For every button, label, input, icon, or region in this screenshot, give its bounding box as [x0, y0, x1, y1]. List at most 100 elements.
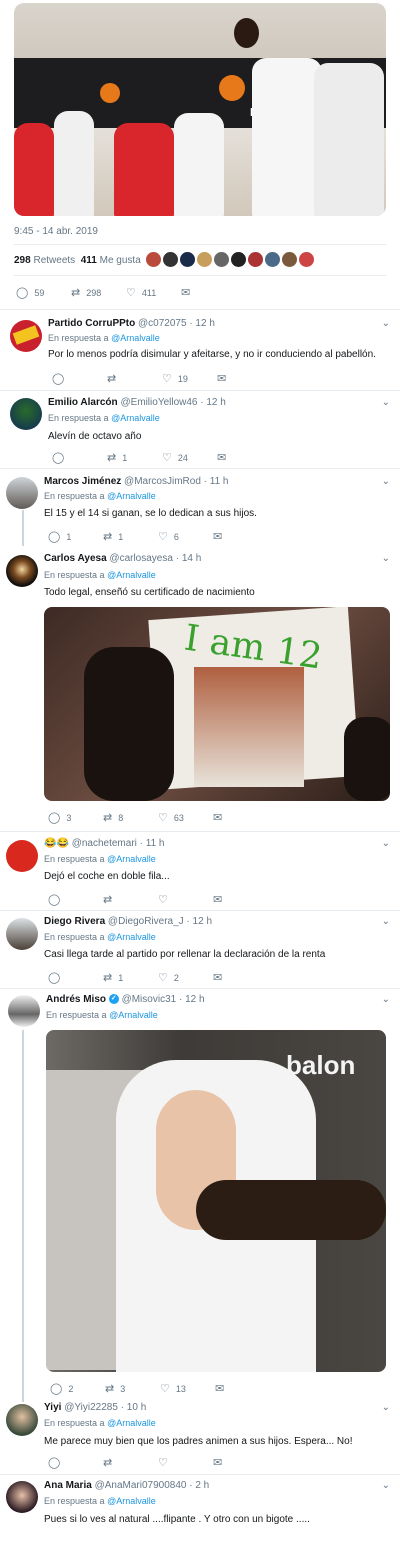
dm-button[interactable]: ✉ — [213, 893, 268, 906]
chevron-down-icon[interactable]: ⌄ — [382, 1480, 390, 1491]
reply-target-link[interactable]: @Arnalvalle — [107, 570, 156, 580]
reply-author[interactable]: Emilio Alarcón @EmilioYellow46 · 12 h — [48, 397, 226, 408]
like-button[interactable]: ♡ — [158, 1456, 213, 1469]
dm-button[interactable]: ✉ — [213, 530, 268, 543]
chevron-down-icon[interactable]: ⌄ — [382, 916, 390, 927]
reply-button[interactable]: ◯ — [52, 451, 107, 464]
retweet-button[interactable]: ⇄ — [103, 1456, 158, 1469]
like-button[interactable]: ♡ 6 — [158, 530, 213, 543]
reply-target-link[interactable]: @Arnalvalle — [107, 932, 156, 942]
reply-text: Dejó el coche en doble fila... — [44, 871, 170, 882]
reply-button[interactable]: ◯ 59 — [16, 286, 71, 299]
retweet-button[interactable]: ⇄ 8 — [103, 811, 158, 824]
chevron-down-icon[interactable]: ⌄ — [382, 476, 390, 487]
reply-actions: ◯ ⇄ 1 ♡ 24 ✉ — [52, 451, 272, 464]
chevron-down-icon[interactable]: ⌄ — [382, 994, 390, 1005]
retweet-button[interactable]: ⇄ 298 — [71, 286, 126, 299]
heart-icon: ♡ — [158, 531, 168, 543]
avatar[interactable] — [146, 252, 161, 267]
avatar[interactable] — [231, 252, 246, 267]
reply-author[interactable]: Partido CorruPPto @c072075 · 12 h — [48, 318, 215, 329]
reply-button[interactable]: ◯ — [48, 893, 103, 906]
reply-target-link[interactable]: @Arnalvalle — [107, 854, 156, 864]
like-button[interactable]: ♡ 13 — [160, 1382, 215, 1395]
reply-media-photo[interactable]: I am 12 — [44, 607, 390, 801]
reply-author[interactable]: Ana Maria @AnaMari07900840 · 2 h — [44, 1480, 209, 1491]
reply-button[interactable]: ◯ — [52, 372, 107, 385]
reply-icon: ◯ — [48, 972, 61, 984]
avatar[interactable] — [10, 398, 42, 430]
player-tall-15 — [252, 58, 322, 216]
like-button[interactable]: ♡ — [158, 893, 213, 906]
avatar[interactable] — [6, 1404, 38, 1436]
reply-button[interactable]: ◯ — [48, 971, 103, 984]
reply-author[interactable]: Marcos Jiménez @MarcosJimRod · 11 h — [44, 476, 229, 487]
avatar[interactable] — [6, 840, 38, 872]
reply-author[interactable]: Andrés Miso ✓ @Misovic31 · 12 h — [46, 994, 205, 1005]
like-button[interactable]: ♡ 2 — [158, 971, 213, 984]
retweet-button[interactable]: ⇄ 1 — [107, 451, 162, 464]
avatar[interactable] — [282, 252, 297, 267]
chevron-down-icon[interactable]: ⌄ — [382, 318, 390, 329]
tweet-timestamp[interactable]: 9:45 - 14 abr. 2019 — [14, 226, 98, 237]
reply-target-link[interactable]: @Arnalvalle — [109, 1010, 158, 1020]
reply-media-photo[interactable]: balon — [46, 1030, 386, 1372]
like-button[interactable]: ♡ 24 — [162, 451, 217, 464]
retweet-button[interactable]: ⇄ 3 — [105, 1382, 160, 1395]
avatar[interactable] — [6, 918, 38, 950]
avatar[interactable] — [265, 252, 280, 267]
avatar[interactable] — [180, 252, 195, 267]
reply-target-link[interactable]: @Arnalvalle — [107, 491, 156, 501]
envelope-icon: ✉ — [181, 287, 191, 299]
retweet-button[interactable]: ⇄ 1 — [103, 971, 158, 984]
dm-button[interactable]: ✉ — [213, 811, 268, 824]
like-button[interactable]: ♡ 19 — [162, 372, 217, 385]
reply-author[interactable]: Diego Rivera @DiegoRivera_J · 12 h — [44, 916, 212, 927]
avatar[interactable] — [6, 1481, 38, 1513]
reply-author[interactable]: 😂😂 @nachetemari · 11 h — [44, 838, 164, 849]
reply-button[interactable]: ◯ 3 — [48, 811, 103, 824]
avatar[interactable] — [163, 252, 178, 267]
envelope-icon: ✉ — [217, 452, 227, 464]
reply-count: 2 — [68, 1383, 74, 1394]
reply-button[interactable]: ◯ — [48, 1456, 103, 1469]
reply-button[interactable]: ◯ 2 — [50, 1382, 105, 1395]
avatar[interactable] — [6, 477, 38, 509]
avatar[interactable] — [6, 555, 38, 587]
likes-count[interactable]: 411 — [81, 255, 97, 266]
like-button[interactable]: ♡ 63 — [158, 811, 213, 824]
reply-target-link[interactable]: @Arnalvalle — [107, 1418, 156, 1428]
dm-button[interactable]: ✉ — [181, 286, 236, 299]
chevron-down-icon[interactable]: ⌄ — [382, 838, 390, 849]
retweets-label[interactable]: Retweets — [33, 255, 75, 266]
avatar[interactable] — [197, 252, 212, 267]
dm-button[interactable]: ✉ — [213, 1456, 268, 1469]
like-count: 2 — [173, 972, 179, 983]
retweet-button[interactable]: ⇄ — [103, 893, 158, 906]
reply-target-link[interactable]: @Arnalvalle — [111, 333, 160, 343]
avatar[interactable] — [299, 252, 314, 267]
avatar[interactable] — [248, 252, 263, 267]
dm-button[interactable]: ✉ — [215, 1382, 270, 1395]
dm-button[interactable]: ✉ — [213, 971, 268, 984]
avatar[interactable] — [8, 995, 40, 1027]
reply-button[interactable]: ◯ 1 — [48, 530, 103, 543]
retweet-count: 8 — [118, 812, 124, 823]
avatar[interactable] — [214, 252, 229, 267]
reply-target-link[interactable]: @Arnalvalle — [111, 413, 160, 423]
dm-button[interactable]: ✉ — [217, 372, 272, 385]
retweet-button[interactable]: ⇄ — [107, 372, 162, 385]
avatar[interactable] — [10, 320, 42, 352]
chevron-down-icon[interactable]: ⌄ — [382, 397, 390, 408]
like-button[interactable]: ♡ 411 — [126, 286, 181, 299]
reply-author[interactable]: Yiyi @Yiyi22285 · 10 h — [44, 1402, 146, 1413]
retweets-count[interactable]: 298 — [14, 255, 31, 266]
dm-button[interactable]: ✉ — [217, 451, 272, 464]
reply-author[interactable]: Carlos Ayesa @carlosayesa · 14 h — [44, 553, 201, 564]
retweet-button[interactable]: ⇄ 1 — [103, 530, 158, 543]
likes-label[interactable]: Me gusta — [100, 255, 141, 266]
reply-target-link[interactable]: @Arnalvalle — [107, 1496, 156, 1506]
chevron-down-icon[interactable]: ⌄ — [382, 1402, 390, 1413]
chevron-down-icon[interactable]: ⌄ — [382, 553, 390, 564]
tweet-photo[interactable]: balon — [14, 3, 386, 216]
